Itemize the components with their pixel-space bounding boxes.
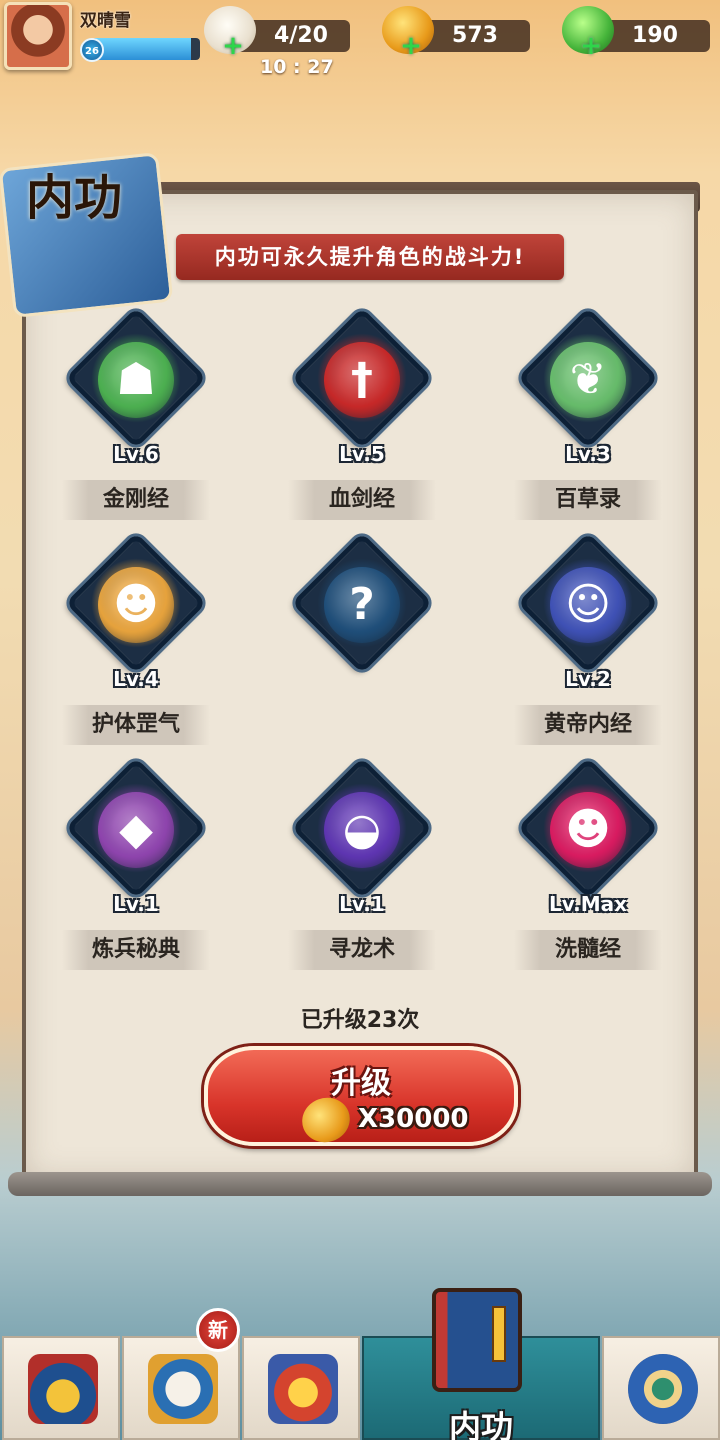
locked-question-icon-glyph: ? bbox=[349, 579, 375, 630]
panel-banner: 内功可永久提升角色的战斗力! bbox=[176, 234, 564, 280]
add-gold-button[interactable]: + bbox=[400, 33, 422, 59]
skill-level: Lv.Max bbox=[548, 892, 628, 916]
add-stamina-button[interactable]: + bbox=[222, 33, 244, 59]
skill-level: Lv.6 bbox=[113, 442, 159, 466]
upgrade-count-text: 已升级23次 bbox=[300, 1008, 420, 1033]
stamina-value: 4/20 bbox=[274, 23, 328, 48]
player-level-badge: 26 bbox=[80, 38, 104, 62]
xp-bar bbox=[92, 38, 200, 60]
player-avatar[interactable] bbox=[4, 2, 72, 70]
red-figure-icon-glyph: ☻ bbox=[565, 804, 611, 855]
skill-name: 寻龙术 bbox=[288, 930, 436, 970]
gold-ingot-icon-glyph: ◒ bbox=[342, 804, 382, 855]
blood-sword-icon-glyph: † bbox=[351, 354, 373, 405]
skill-card[interactable]: ? bbox=[282, 532, 442, 755]
meditating-figure-icon-glyph: ☺ bbox=[565, 579, 611, 630]
player-name: 双晴雪 bbox=[80, 11, 131, 31]
bottom-nav: 内功 bbox=[0, 1330, 720, 1440]
upgrade-label: 升级 bbox=[331, 1066, 391, 1101]
gold-value: 573 bbox=[452, 23, 498, 48]
skill-card[interactable]: ❦ Lv.3 百草录 bbox=[508, 307, 668, 530]
herb-leaf-icon-glyph: ❦ bbox=[569, 354, 607, 405]
settings-gear-icon bbox=[628, 1354, 698, 1424]
skill-card[interactable]: ◒ Lv.1 寻龙术 bbox=[282, 757, 442, 980]
nav-tab-shop[interactable] bbox=[2, 1336, 120, 1440]
skill-name: 血剑经 bbox=[288, 480, 436, 520]
skill-card[interactable]: ☻ Lv.Max 洗髓经 bbox=[508, 757, 668, 980]
anvil-icon-glyph: ◆ bbox=[119, 804, 153, 855]
skill-card[interactable]: ☻ Lv.4 护体罡气 bbox=[56, 532, 216, 755]
skill-name: 护体罡气 bbox=[62, 705, 210, 745]
skill-level: Lv.1 bbox=[113, 892, 159, 916]
skill-card[interactable]: † Lv.5 血剑经 bbox=[282, 307, 442, 530]
treasure-shop-icon bbox=[28, 1354, 98, 1424]
stamina-timer: 10 : 27 bbox=[260, 56, 334, 78]
skill-level: Lv.1 bbox=[339, 892, 385, 916]
upgrade-button[interactable]: 升级 X30000 bbox=[204, 1046, 518, 1149]
nav-tab-settings[interactable] bbox=[602, 1336, 720, 1440]
skill-level: Lv.5 bbox=[339, 442, 385, 466]
book-bookmark bbox=[492, 1306, 506, 1362]
new-badge: 新 bbox=[196, 1308, 240, 1352]
skill-level: Lv.4 bbox=[113, 667, 159, 691]
skill-name: 洗髓经 bbox=[514, 930, 662, 970]
weapon-icon bbox=[268, 1354, 338, 1424]
muscle-figure-icon-glyph: ☗ bbox=[116, 354, 156, 405]
top-bar: 双晴雪 26 4/20 + 573 + 190 + 10 : 27 bbox=[0, 0, 720, 90]
skill-card[interactable]: ☺ Lv.2 黄帝内经 bbox=[508, 532, 668, 755]
panel-title: 内功 bbox=[26, 170, 123, 226]
skill-level: Lv.2 bbox=[565, 667, 611, 691]
skill-name: 炼兵秘典 bbox=[62, 930, 210, 970]
scroll-bottom-rod bbox=[8, 1172, 712, 1196]
golden-body-icon-glyph: ☻ bbox=[113, 579, 159, 630]
skill-name: 黄帝内经 bbox=[514, 705, 662, 745]
skill-level: Lv.3 bbox=[565, 442, 611, 466]
skill-card[interactable]: ◆ Lv.1 炼兵秘典 bbox=[56, 757, 216, 980]
nav-tab-neigong-label: 内功 bbox=[448, 1408, 513, 1440]
robe-armor-icon bbox=[148, 1354, 218, 1424]
skill-name: 百草录 bbox=[514, 480, 662, 520]
upgrade-cost: X30000 bbox=[358, 1104, 469, 1134]
skill-name: 金刚经 bbox=[62, 480, 210, 520]
skill-card[interactable]: ☗ Lv.6 金刚经 bbox=[56, 307, 216, 530]
add-jade-button[interactable]: + bbox=[580, 33, 602, 59]
book-icon bbox=[432, 1288, 522, 1392]
nav-tab-equipment[interactable] bbox=[122, 1336, 240, 1440]
xp-bar-fill bbox=[92, 38, 192, 60]
nav-tab-weapons[interactable] bbox=[242, 1336, 360, 1440]
jade-value: 190 bbox=[632, 23, 678, 48]
